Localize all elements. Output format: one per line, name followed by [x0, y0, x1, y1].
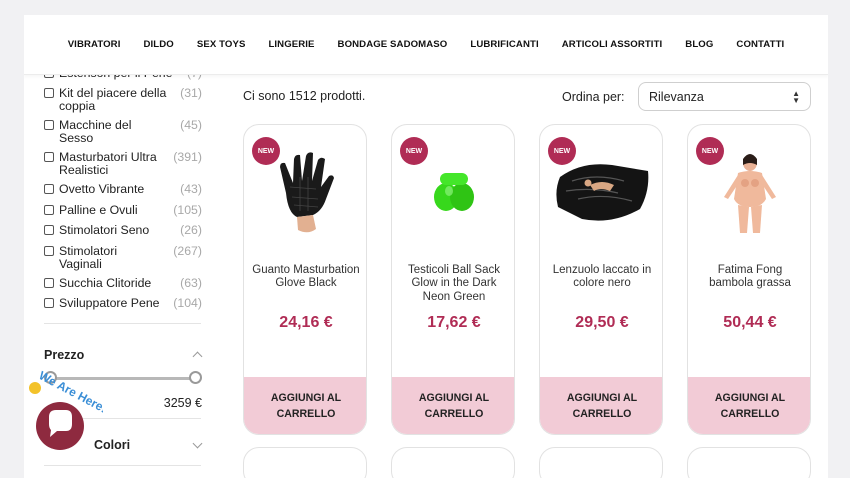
product-card-partial[interactable]	[391, 447, 515, 478]
category-label: Ovetto Vibrante	[59, 182, 145, 196]
price-slider-max-handle[interactable]	[189, 371, 202, 384]
category-checkbox[interactable]	[44, 152, 54, 162]
add-to-cart-button[interactable]: AGGIUNGI AL CARRELLO	[688, 377, 810, 434]
nav-lingerie[interactable]: LINGERIE	[268, 39, 314, 50]
category-checkbox[interactable]	[44, 298, 54, 308]
product-price: 50,44 €	[723, 314, 777, 331]
sort-selected-value: Rilevanza	[649, 90, 704, 104]
add-to-cart-label: AGGIUNGI AL CARRELLO	[566, 392, 638, 420]
product-name[interactable]: Testicoli Ball Sack Glow in the Dark Neo…	[400, 264, 508, 304]
nav-blog[interactable]: BLOG	[685, 39, 713, 50]
nav-articoli-assortiti[interactable]: ARTICOLI ASSORTITI	[562, 39, 663, 50]
category-checkbox[interactable]	[44, 184, 54, 194]
nav-bondage-sadomaso[interactable]: BONDAGE SADOMASO	[338, 39, 448, 50]
product-card[interactable]: NEW Testicoli Ball Sack Glow in the Dark…	[391, 124, 515, 435]
product-card-partial[interactable]	[687, 447, 811, 478]
sort-label: Ordina per:	[562, 90, 625, 104]
add-to-cart-label: AGGIUNGI AL CARRELLO	[418, 392, 490, 420]
add-to-cart-button[interactable]: AGGIUNGI AL CARRELLO	[392, 377, 514, 434]
category-label: Macchine del Sesso	[59, 118, 132, 145]
category-label: Palline e Ovuli	[59, 203, 138, 217]
product-price: 29,50 €	[575, 314, 629, 331]
nav-contatti[interactable]: CONTATTI	[736, 39, 784, 50]
product-price: 17,62 €	[427, 314, 481, 331]
category-checkbox[interactable]	[44, 88, 54, 98]
category-count: (43)	[180, 182, 202, 196]
category-count: (45)	[180, 118, 202, 132]
category-label: Succhia Clitoride	[59, 276, 152, 290]
new-badge: NEW	[548, 137, 576, 165]
nav-lubrificanti[interactable]: LUBRIFICANTI	[470, 39, 538, 50]
product-card[interactable]: NEW Guanto Masturbation Glove Black 24,1…	[243, 124, 367, 435]
category-checkbox[interactable]	[44, 278, 54, 288]
divider	[44, 465, 201, 466]
product-name[interactable]: Fatima Fong bambola grassa	[696, 264, 804, 291]
add-to-cart-label: AGGIUNGI AL CARRELLO	[714, 392, 786, 420]
category-checkbox[interactable]	[44, 246, 54, 256]
category-count: (26)	[180, 223, 202, 237]
nav-sex-toys[interactable]: SEX TOYS	[197, 39, 246, 50]
category-count: (391)	[173, 150, 202, 164]
category-checkbox[interactable]	[44, 120, 54, 130]
category-count: (31)	[180, 86, 202, 100]
product-card[interactable]: NEW Fatima Fong bambola grassa 50,44 € A…	[687, 124, 811, 435]
chat-bubble-icon[interactable]: We Are Here!	[8, 358, 109, 458]
product-name[interactable]: Guanto Masturbation Glove Black	[252, 264, 360, 291]
add-to-cart-button[interactable]: AGGIUNGI AL CARRELLO	[540, 377, 662, 434]
category-label: Masturbatori Ultra Realistici	[59, 150, 157, 177]
sort-select[interactable]: Rilevanza ▲ ▼	[638, 82, 811, 111]
product-card[interactable]: NEW Lenzuolo laccato in colore nero 29,5…	[539, 124, 663, 435]
chevron-down-icon[interactable]	[192, 438, 203, 449]
category-count: (267)	[173, 244, 202, 258]
price-max-value: 3259 €	[163, 396, 202, 410]
category-label: Stimolatori Seno	[59, 223, 150, 237]
category-label: Stimolatori Vaginali	[59, 244, 118, 271]
category-label: Kit del piacere della coppia	[59, 86, 167, 113]
page: VIBRATORI DILDO SEX TOYS LINGERIE BONDAG…	[24, 15, 828, 478]
nav-vibratori[interactable]: VIBRATORI	[68, 39, 121, 50]
category-label: Sviluppatore Pene	[59, 296, 160, 310]
product-card-partial[interactable]	[539, 447, 663, 478]
add-to-cart-button[interactable]: AGGIUNGI AL CARRELLO	[244, 377, 366, 434]
new-badge: NEW	[400, 137, 428, 165]
category-checkbox[interactable]	[44, 225, 54, 235]
category-checkbox[interactable]	[44, 205, 54, 215]
divider	[44, 323, 201, 324]
product-card-partial[interactable]	[243, 447, 367, 478]
product-name[interactable]: Lenzuolo laccato in colore nero	[548, 264, 656, 291]
new-badge: NEW	[696, 137, 724, 165]
category-count: (104)	[173, 296, 202, 310]
main-navigation: VIBRATORI DILDO SEX TOYS LINGERIE BONDAG…	[24, 15, 828, 75]
category-count: (105)	[173, 203, 202, 217]
add-to-cart-label: AGGIUNGI AL CARRELLO	[270, 392, 342, 420]
product-price: 24,16 €	[279, 314, 333, 331]
chat-widget[interactable]: We Are Here!	[8, 358, 109, 458]
category-count: (63)	[180, 276, 202, 290]
product-count: Ci sono 1512 prodotti.	[243, 89, 366, 103]
select-arrows-icon: ▲ ▼	[792, 89, 800, 105]
new-badge: NEW	[252, 137, 280, 165]
chevron-up-icon[interactable]	[192, 351, 203, 362]
nav-dildo[interactable]: DILDO	[143, 39, 173, 50]
